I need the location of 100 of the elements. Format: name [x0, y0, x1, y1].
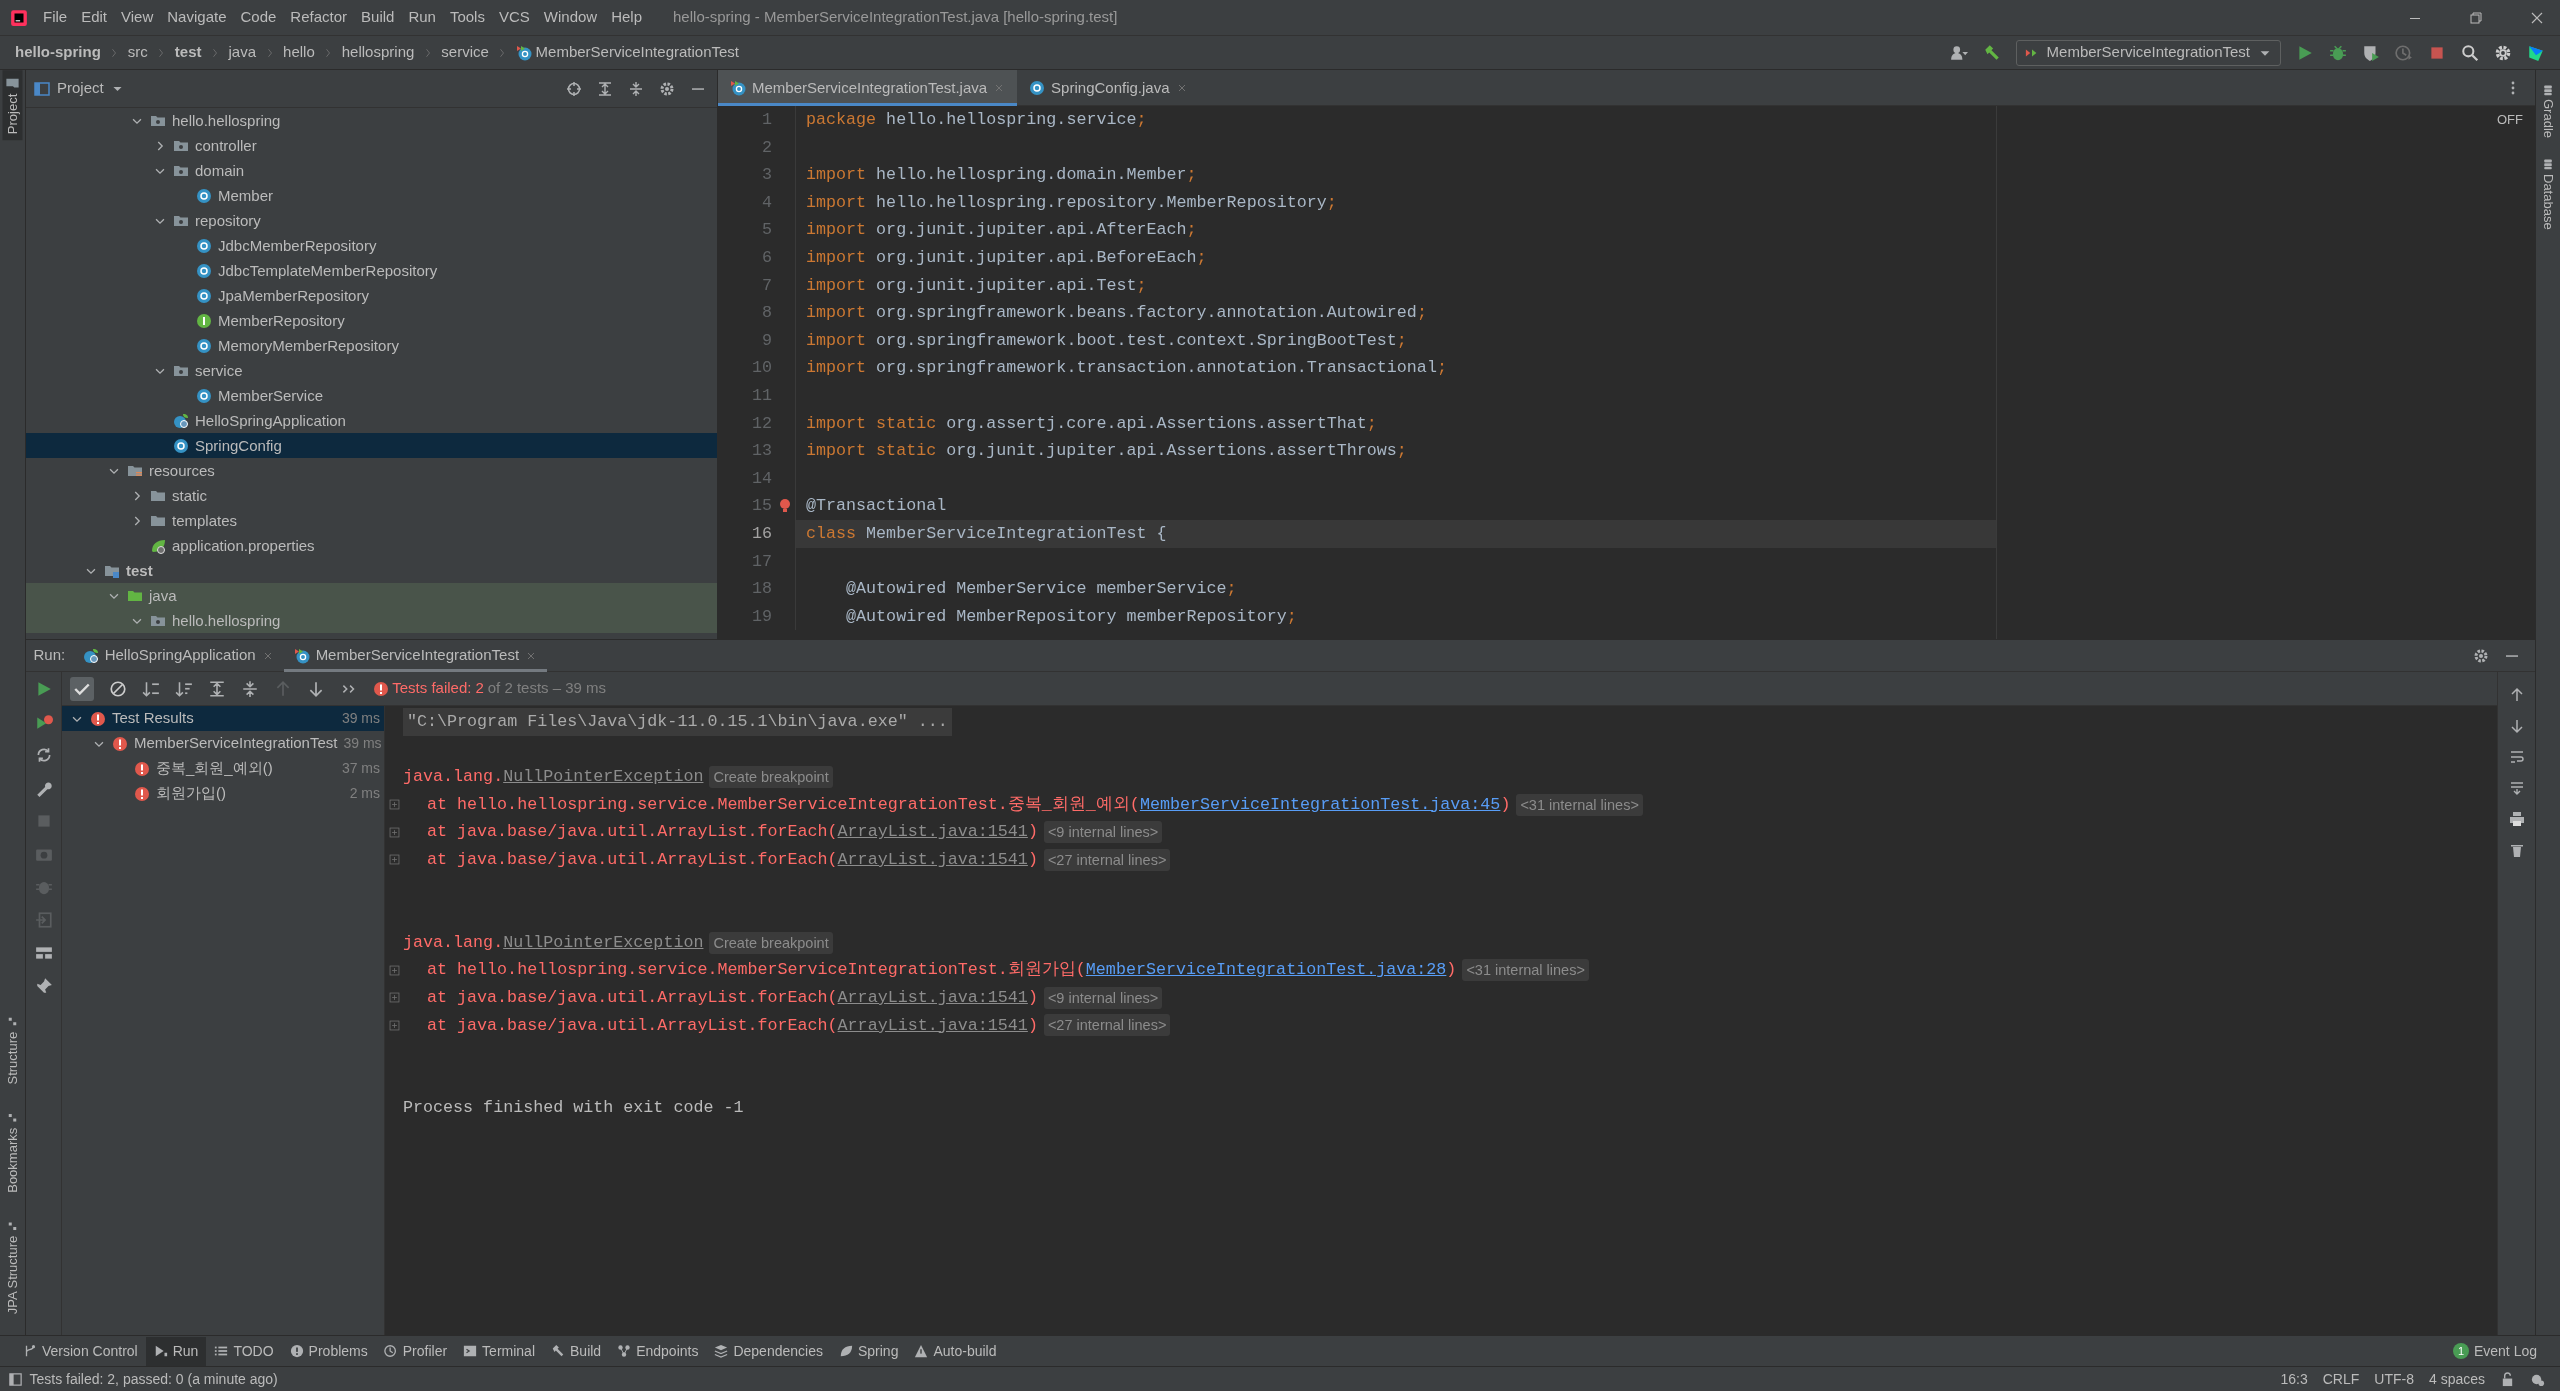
app-logo[interactable]	[10, 8, 28, 27]
status-item[interactable]: UTF-8	[2374, 1368, 2414, 1390]
menu-item[interactable]: File	[36, 6, 75, 29]
tool-window-tab[interactable]: JPA Structure	[2, 1213, 23, 1320]
rerun-failed-icon[interactable]	[34, 712, 53, 731]
scroll-down-icon[interactable]	[2508, 718, 2525, 734]
settings-icon[interactable]	[2494, 43, 2512, 62]
locate-icon[interactable]	[565, 80, 582, 97]
status-item[interactable]: 16:3	[2280, 1368, 2308, 1390]
tool-window-button[interactable]: Terminal	[455, 1336, 543, 1366]
inline-hint[interactable]: Create breakpoint	[709, 766, 833, 788]
inspection-widget[interactable]: OFF	[2497, 106, 2535, 130]
tool-window-button[interactable]: Build	[543, 1336, 610, 1366]
breadcrumb-item[interactable]: java	[228, 41, 257, 64]
breadcrumb-item[interactable]: service	[441, 41, 489, 64]
run-tab[interactable]: HelloSpringApplication	[72, 639, 284, 672]
tree-item[interactable]: templates	[26, 508, 717, 533]
tree-item[interactable]: domain	[26, 158, 717, 183]
trash-icon[interactable]	[2508, 842, 2525, 858]
tree-item[interactable]: service	[26, 358, 717, 383]
status-panel-icon[interactable]	[7, 1371, 23, 1387]
collapse-all-icon[interactable]	[627, 80, 644, 97]
tree-item[interactable]: hello.hellospring	[26, 108, 717, 133]
tree-item[interactable]: JdbcMemberRepository	[26, 233, 717, 258]
editor-tab[interactable]: MemberServiceIntegrationTest.java	[718, 70, 1018, 106]
inline-hint[interactable]: <9 internal lines>	[1043, 986, 1163, 1009]
expand-all-icon[interactable]	[596, 80, 613, 97]
library-link[interactable]: NullPointerException	[503, 928, 704, 957]
tree-item[interactable]: application.properties	[26, 533, 717, 558]
settings-icon[interactable]	[658, 80, 675, 97]
tool-window-button[interactable]: Version Control	[15, 1336, 146, 1366]
tool-window-tab[interactable]: Bookmarks	[2, 1105, 23, 1199]
sort-alphabetically-icon[interactable]	[141, 679, 160, 698]
file-link[interactable]: MemberServiceIntegrationTest.java:45	[1139, 790, 1501, 819]
tool-window-button[interactable]: Spring	[830, 1336, 907, 1366]
scroll-to-end-icon[interactable]	[2508, 780, 2525, 796]
tree-item[interactable]: static	[26, 483, 717, 508]
test-tree-item[interactable]: MemberServiceIntegrationTest 39 ms	[62, 731, 384, 756]
library-link[interactable]: ArrayList.java:1541	[837, 1011, 1028, 1040]
breadcrumb-item[interactable]: test	[174, 41, 202, 64]
print-icon[interactable]	[2508, 811, 2525, 827]
tree-item[interactable]: java	[26, 583, 717, 608]
hammer-icon[interactable]	[1982, 43, 2001, 62]
test-tree-item[interactable]: Test Results 39 ms	[62, 706, 384, 731]
menu-item[interactable]: Refactor	[283, 6, 355, 29]
tree-item[interactable]: hello.hellospring	[26, 608, 717, 633]
menu-item[interactable]: Edit	[74, 6, 115, 29]
inline-hint[interactable]: <27 internal lines>	[1043, 848, 1171, 871]
tool-window-tab[interactable]: Structure	[2, 1010, 23, 1091]
status-item[interactable]: CRLF	[2322, 1368, 2360, 1390]
restore-icon[interactable]	[2468, 9, 2484, 26]
event-log-button[interactable]: 1 Event Log	[2444, 1336, 2545, 1366]
breadcrumb-item[interactable]: hello-spring	[15, 41, 101, 64]
search-icon[interactable]	[2461, 43, 2479, 62]
tool-window-tab[interactable]: Database	[2538, 151, 2558, 236]
tree-item[interactable]: resources	[26, 458, 717, 483]
menu-item[interactable]: Help	[604, 6, 650, 29]
test-tree-item[interactable]: 회원가입() 2 ms	[62, 781, 384, 806]
collapse-all-icon[interactable]	[240, 679, 259, 698]
tool-window-button[interactable]: TODO	[206, 1336, 282, 1366]
tree-item[interactable]: Member	[26, 183, 717, 208]
menu-item[interactable]: Code	[233, 6, 284, 29]
coverage-icon[interactable]	[2362, 43, 2380, 62]
tool-window-button[interactable]: Endpoints	[609, 1336, 707, 1366]
settings-icon[interactable]	[2473, 647, 2489, 664]
menu-item[interactable]: Run	[401, 6, 443, 29]
editor-tab[interactable]: SpringConfig.java	[1017, 70, 1200, 106]
tree-item[interactable]: MemberRepository	[26, 308, 717, 333]
breadcrumb-item[interactable]: hellospring	[341, 41, 415, 64]
run-icon[interactable]	[2296, 43, 2314, 62]
soft-wrap-icon[interactable]	[2508, 749, 2525, 765]
view-selector[interactable]: Project	[57, 77, 125, 100]
library-link[interactable]: ArrayList.java:1541	[837, 818, 1028, 846]
tree-item[interactable]: controller	[26, 133, 717, 158]
file-link[interactable]: MemberServiceIntegrationTest.java:28	[1085, 956, 1447, 984]
inline-hint[interactable]: <27 internal lines>	[1043, 1014, 1171, 1037]
menu-item[interactable]: Navigate	[160, 6, 234, 29]
user-icon[interactable]	[1949, 43, 1968, 62]
pin-icon[interactable]	[34, 976, 53, 995]
tool-window-button[interactable]: Dependencies	[706, 1336, 831, 1366]
tool-window-button[interactable]: Run	[145, 1336, 207, 1366]
tool-window-button[interactable]: Problems	[281, 1336, 376, 1366]
breadcrumb-item[interactable]: src	[127, 41, 148, 64]
plugin-logo[interactable]	[2527, 43, 2545, 62]
project-tool-tab[interactable]: Project	[2, 70, 23, 141]
breadcrumb-item[interactable]: hello	[283, 41, 315, 64]
menu-item[interactable]: VCS	[491, 6, 537, 29]
tree-item[interactable]: repository	[26, 208, 717, 233]
intention-bulb-icon[interactable]	[777, 498, 793, 515]
menu-item[interactable]: Window	[536, 6, 605, 29]
tree-item[interactable]: JdbcTemplateMemberRepository	[26, 258, 717, 283]
lock-icon[interactable]	[2500, 1371, 2515, 1387]
inline-hint[interactable]: <31 internal lines>	[1516, 793, 1643, 816]
run-configuration-dropdown[interactable]: MemberServiceIntegrationTest	[2015, 39, 2281, 66]
sort-by-duration-icon[interactable]	[174, 679, 193, 698]
inline-hint[interactable]: Create breakpoint	[709, 931, 833, 954]
library-link[interactable]: ArrayList.java:1541	[837, 983, 1028, 1012]
tree-item[interactable]: HelloSpringApplication	[26, 408, 717, 433]
test-tree-item[interactable]: 중복_회원_예외() 37 ms	[62, 756, 384, 781]
expand-all-icon[interactable]	[207, 679, 226, 698]
